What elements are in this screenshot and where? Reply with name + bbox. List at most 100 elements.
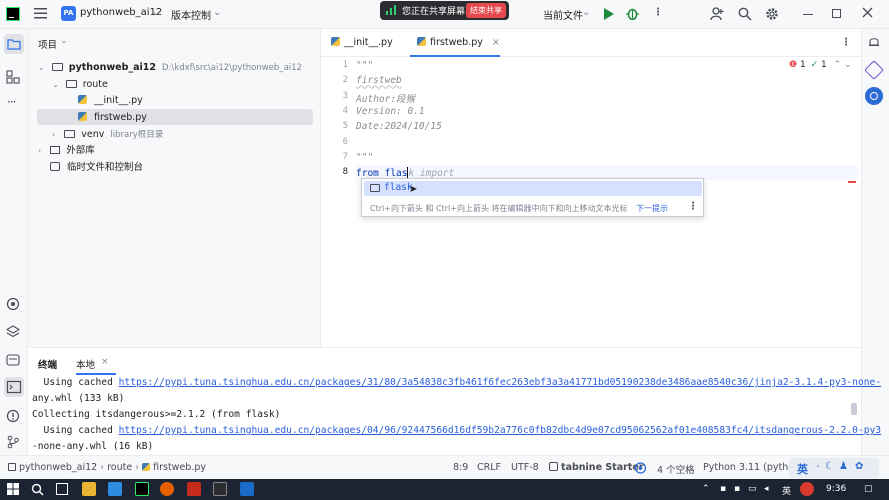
tabnine-status[interactable]: tabnine Starter xyxy=(549,462,643,473)
structure-tool-icon[interactable] xyxy=(6,70,20,84)
terminal-tool-button[interactable] xyxy=(4,377,24,397)
firefox-icon[interactable] xyxy=(160,482,174,496)
tray-overflow-icon[interactable]: ⌃ xyxy=(702,484,710,494)
add-user-icon[interactable] xyxy=(710,7,724,21)
tabnine-chat-icon[interactable] xyxy=(865,87,883,105)
terminal-link[interactable]: https://pypi.tuna.tsinghua.edu.cn/packag… xyxy=(119,377,881,388)
project-panel-title[interactable]: 项目 xyxy=(38,37,57,51)
gear-icon[interactable] xyxy=(765,7,779,21)
debug-icon[interactable] xyxy=(626,7,639,20)
completion-item-flask[interactable]: flask ➤ xyxy=(364,181,702,196)
close-tab-icon[interactable]: × xyxy=(492,37,500,48)
project-badge[interactable]: PA xyxy=(61,6,76,21)
notifications-bell-icon[interactable] xyxy=(867,35,881,49)
file-encoding[interactable]: UTF-8 xyxy=(511,462,539,473)
tree-item-venv[interactable]: › venv library根目录 xyxy=(52,127,163,143)
python-packages-icon[interactable] xyxy=(6,297,20,311)
assistant-status-icon[interactable] xyxy=(634,462,647,477)
task-view-icon[interactable] xyxy=(56,483,68,495)
battery-icon[interactable]: ▭ xyxy=(748,484,757,494)
terminal-title[interactable]: 终端 xyxy=(38,357,57,371)
notification-center-icon[interactable]: ▢ xyxy=(864,484,873,494)
tab-local[interactable]: 本地 xyxy=(76,357,95,371)
ime-toolbar[interactable]: 英 · ☾ ♟ ✿ xyxy=(789,458,879,478)
project-tool-button[interactable] xyxy=(4,34,24,54)
python-interpreter[interactable]: Python 3.11 (pytho xyxy=(703,462,794,473)
close-icon[interactable] xyxy=(862,7,873,18)
tab-init-py[interactable]: __init__.py xyxy=(331,37,393,48)
vcs-widget[interactable]: 版本控制 xyxy=(171,7,211,22)
more-actions-icon[interactable]: ⋮ xyxy=(653,7,663,18)
tab-actions-icon[interactable]: ⋮ xyxy=(841,37,851,48)
git-branch-icon[interactable] xyxy=(6,435,20,449)
maximize-icon[interactable] xyxy=(832,9,841,18)
problems-icon[interactable] xyxy=(6,409,20,423)
tray-icon[interactable]: ▪ xyxy=(734,484,740,494)
tree-item-firstweb-py[interactable]: firstweb.py xyxy=(78,110,147,126)
package-icon xyxy=(370,184,380,192)
chevron-down-icon[interactable]: ⌄ xyxy=(582,7,590,18)
tree-item-external-libs[interactable]: › 外部库 xyxy=(38,143,95,159)
run-config-selector[interactable]: 当前文件 xyxy=(543,7,583,22)
line-number: 8 xyxy=(342,167,348,178)
tray-icon[interactable]: ▪ xyxy=(720,484,726,494)
tree-item-scratches[interactable]: 临时文件和控制台 xyxy=(50,160,143,176)
title-bar: PA pythonweb_ai12 ⌄ 版本控制 ⌄ 您正在共享屏幕 结束共享 … xyxy=(0,0,889,29)
terminal-scrollbar[interactable] xyxy=(851,403,857,415)
chevron-down-icon[interactable]: ⌄ xyxy=(213,7,221,18)
chevron-right-icon[interactable]: › xyxy=(52,130,55,139)
layers-icon[interactable] xyxy=(6,325,20,339)
search-icon[interactable] xyxy=(738,7,752,21)
pycharm-taskbar-icon[interactable] xyxy=(135,482,149,496)
windows-start-icon[interactable] xyxy=(7,483,19,495)
line-number: 3 xyxy=(342,90,348,101)
folder-icon xyxy=(64,130,76,138)
run-icon[interactable] xyxy=(603,8,614,20)
code-line: """ xyxy=(356,60,374,71)
end-share-button[interactable]: 结束共享 xyxy=(466,3,506,18)
app-icon[interactable] xyxy=(187,482,201,496)
project-name-widget[interactable]: pythonweb_ai12 xyxy=(80,7,162,18)
line-number: 1 xyxy=(342,60,348,70)
search-icon[interactable] xyxy=(31,483,44,496)
volume-icon[interactable]: ◂ xyxy=(764,484,769,494)
close-tab-icon[interactable]: × xyxy=(101,357,109,367)
app-icon[interactable] xyxy=(108,482,122,496)
python-file-icon xyxy=(331,37,340,46)
popup-options-icon[interactable]: ⋮ xyxy=(688,201,698,212)
terminal-output[interactable]: Using cached https://pypi.tuna.tsinghua.… xyxy=(28,375,881,455)
code-line: Version: 0.1 xyxy=(356,105,425,117)
chevron-down-icon[interactable]: ⌄ xyxy=(38,63,45,72)
taskbar-ime[interactable]: 英 xyxy=(782,484,791,497)
chevron-down-icon[interactable]: ⌄ xyxy=(52,80,59,89)
clock[interactable]: 9:36 xyxy=(826,484,846,494)
services-icon[interactable] xyxy=(6,353,20,367)
terminal-app-icon[interactable] xyxy=(213,482,227,496)
tree-item-init-py[interactable]: __init__.py xyxy=(78,93,143,109)
indent-setting[interactable]: 4 个空格 xyxy=(657,462,695,476)
minimize-icon[interactable] xyxy=(803,14,813,16)
next-tip-link[interactable]: 下一提示 xyxy=(636,204,668,213)
inspection-widget[interactable]: ❶ 1 ✓ 1 ⌃ ⌄ xyxy=(789,60,852,70)
chevron-down-icon[interactable]: ⌄ xyxy=(60,36,68,46)
terminal-line: Using cached https://pypi.tuna.tsinghua.… xyxy=(32,425,882,436)
completion-popup: flask ➤ Ctrl+向下箭头 和 Ctrl+向上箭头 将在编辑器中向下和向… xyxy=(361,178,704,217)
tab-firstweb-py[interactable]: firstweb.py × xyxy=(417,37,500,48)
line-separator[interactable]: CRLF xyxy=(477,462,501,473)
ai-assistant-icon[interactable] xyxy=(864,60,884,80)
terminal-link[interactable]: https://pypi.tuna.tsinghua.edu.cn/packag… xyxy=(119,425,881,436)
ime-app-icon[interactable] xyxy=(800,482,814,496)
folder-icon xyxy=(8,463,16,471)
file-explorer-icon[interactable] xyxy=(82,482,96,496)
terminal-line: -none-any.whl (16 kB) xyxy=(32,441,154,452)
tree-item-root[interactable]: ⌄ pythonweb_ai12 D:\kdxf\src\ai12\pythonw… xyxy=(38,60,302,76)
left-tool-strip: ··· xyxy=(0,29,28,455)
more-tools-icon[interactable]: ··· xyxy=(7,95,17,109)
breadcrumb[interactable]: pythonweb_ai12 › route › firstweb.py xyxy=(8,462,206,473)
caret-position[interactable]: 8:9 xyxy=(453,462,468,473)
chevron-right-icon[interactable]: › xyxy=(38,146,41,155)
app-icon[interactable] xyxy=(240,482,254,496)
chevron-down-icon[interactable]: ⌄ xyxy=(152,7,160,18)
tree-item-route[interactable]: ⌄ route xyxy=(52,77,108,93)
main-menu-icon[interactable] xyxy=(34,8,47,19)
